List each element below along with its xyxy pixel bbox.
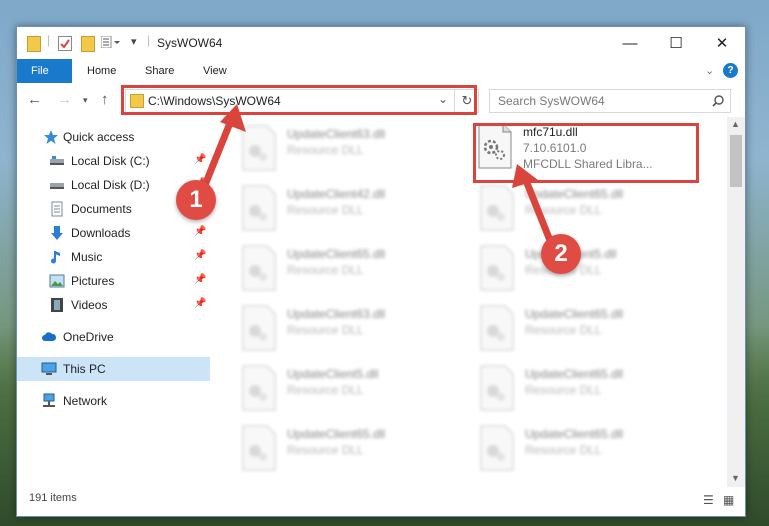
arrow-1 (199, 116, 236, 192)
arrow-1-head (220, 104, 246, 132)
step-1-badge: 1 (176, 180, 216, 220)
annotation-arrows (199, 104, 557, 250)
step-2-badge: 2 (541, 234, 581, 274)
